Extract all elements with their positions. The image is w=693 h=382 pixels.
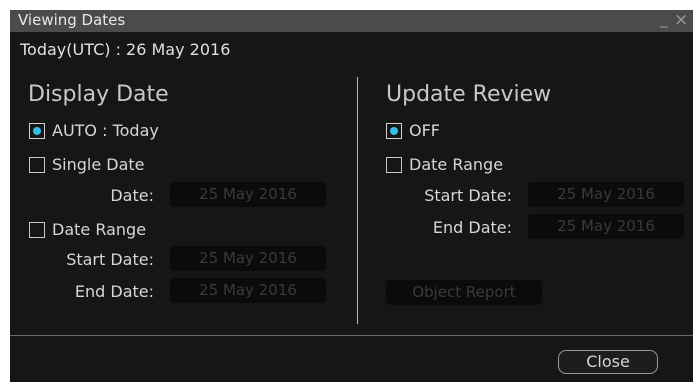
single-date-field[interactable]: 25 May 2016 (170, 182, 326, 207)
single-date-label: Single Date (52, 155, 145, 174)
date-label: Date: (110, 186, 154, 205)
window-title: Viewing Dates (18, 11, 126, 29)
single-date-checkbox[interactable] (29, 157, 45, 173)
title-bar[interactable]: Viewing Dates _ × (10, 10, 693, 32)
close-button[interactable]: Close (558, 350, 658, 374)
radio-selected-dot (390, 127, 398, 135)
display-end-date-field[interactable]: 25 May 2016 (170, 278, 326, 303)
minimize-icon[interactable]: _ (660, 10, 668, 28)
section-divider (357, 77, 358, 324)
display-start-date-field[interactable]: 25 May 2016 (170, 246, 326, 271)
display-date-range-label: Date Range (52, 220, 147, 239)
today-utc: Today(UTC) : 26 May 2016 (20, 40, 231, 59)
off-label: OFF (409, 121, 440, 140)
review-date-range-checkbox[interactable] (386, 157, 402, 173)
review-end-date-field[interactable]: 25 May 2016 (528, 214, 684, 239)
display-start-date-label: Start Date: (66, 250, 154, 269)
viewing-dates-dialog: Viewing Dates _ × Today(UTC) : 26 May 20… (10, 10, 693, 382)
review-start-date-field[interactable]: 25 May 2016 (528, 182, 684, 207)
object-report-button[interactable]: Object Report (386, 280, 542, 305)
close-icon[interactable]: × (674, 10, 688, 30)
display-date-title: Display Date (28, 82, 169, 107)
review-start-date-label: Start Date: (424, 186, 512, 205)
review-end-date-label: End Date: (432, 218, 512, 237)
review-date-range-label: Date Range (409, 155, 504, 174)
footer-divider (10, 335, 693, 336)
display-date-range-checkbox[interactable] (29, 222, 45, 238)
update-review-title: Update Review (386, 82, 552, 107)
off-radio[interactable] (386, 123, 402, 139)
auto-today-label: AUTO : Today (52, 121, 159, 140)
display-end-date-label: End Date: (74, 282, 154, 301)
radio-selected-dot (33, 127, 41, 135)
auto-today-radio[interactable] (29, 123, 45, 139)
